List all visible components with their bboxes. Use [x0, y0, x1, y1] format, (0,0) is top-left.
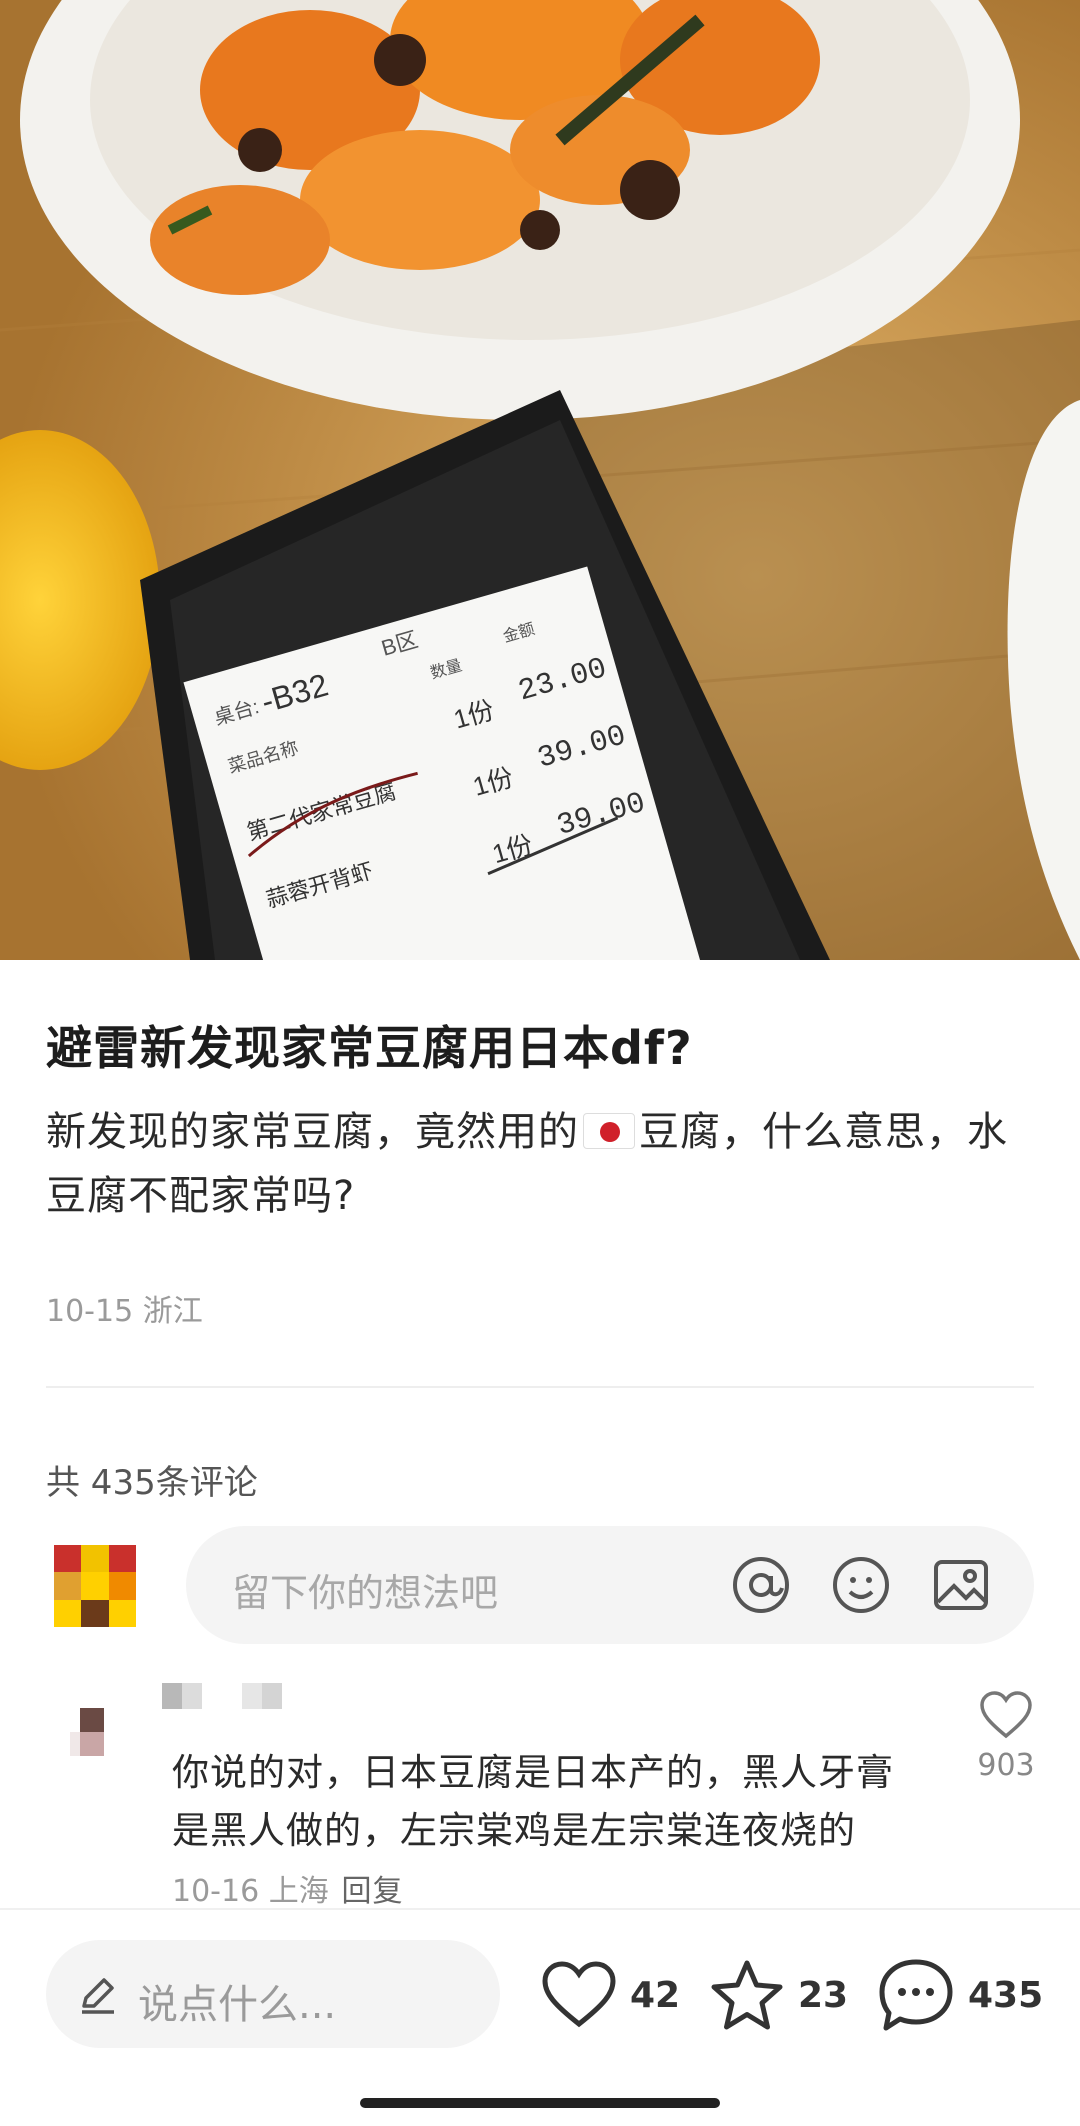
like-count: 42 [630, 1974, 681, 2016]
commenter-name-redacted[interactable] [162, 1683, 302, 1709]
say-something-placeholder: 说点什么... [138, 1982, 337, 2028]
commenter-avatar[interactable] [70, 1700, 120, 1782]
star-icon [711, 1960, 783, 2030]
comment-like-button[interactable]: 903 [975, 1690, 1037, 1783]
comment-bubble-icon [879, 1959, 953, 2031]
post-photo-illustration: 桌台: -B32 B区 数量 金额 菜品名称 第二代家常豆腐 1份 23.00 … [0, 0, 1080, 960]
comment-date: 10-16 上海 [172, 1874, 329, 1909]
favorite-button[interactable]: 23 [708, 1955, 848, 2035]
comment-button[interactable]: 435 [876, 1955, 1043, 2035]
post-title: 避雷新发现家常豆腐用日本df? [46, 1021, 693, 1075]
comment-like-count: 903 [977, 1748, 1035, 1783]
post-body: 新发现的家常豆腐，竟然用的 豆腐，什么意思，水豆腐不配家常吗? [46, 1100, 1036, 1228]
japan-flag-icon [583, 1113, 635, 1149]
comment-total: 435 [968, 1974, 1044, 2016]
comment-input-placeholder: 留下你的想法吧 [232, 1571, 499, 1615]
post-body-text: 新发现的家常豆腐，竟然用的 [46, 1109, 579, 1155]
avatar[interactable] [54, 1545, 136, 1627]
comment-count: 共 435条评论 [46, 1463, 258, 1503]
bottom-bar-divider [0, 1908, 1080, 1910]
reply-button[interactable]: 回复 [341, 1874, 403, 1909]
heart-icon [542, 1961, 616, 2028]
commenter-avatar-pixels [70, 1708, 104, 1756]
post-photo[interactable]: 桌台: -B32 B区 数量 金额 菜品名称 第二代家常豆腐 1份 23.00 … [0, 0, 1080, 960]
heart-icon [980, 1691, 1032, 1739]
comment-input[interactable]: 留下你的想法吧 [186, 1526, 1034, 1644]
pencil-icon [82, 1978, 114, 2014]
divider [46, 1386, 1034, 1388]
emoji-icon[interactable] [830, 1554, 892, 1616]
favorite-count: 23 [798, 1974, 849, 2016]
redacted-name-blocks [162, 1683, 282, 1709]
image-icon[interactable] [930, 1554, 992, 1616]
comment-body: 你说的对，日本豆腐是日本产的，黑人牙膏是黑人做的，左宗棠鸡是左宗棠连夜烧的 10… [172, 1744, 912, 1921]
post-meta: 10-15 浙江 [46, 1294, 203, 1329]
at-icon[interactable] [730, 1554, 792, 1616]
home-indicator[interactable] [360, 2098, 720, 2108]
like-button[interactable]: 42 [540, 1955, 680, 2035]
comment-text: 你说的对，日本豆腐是日本产的，黑人牙膏是黑人做的，左宗棠鸡是左宗棠连夜烧的 [172, 1751, 894, 1852]
say-something-input[interactable]: 说点什么... [46, 1940, 500, 2048]
